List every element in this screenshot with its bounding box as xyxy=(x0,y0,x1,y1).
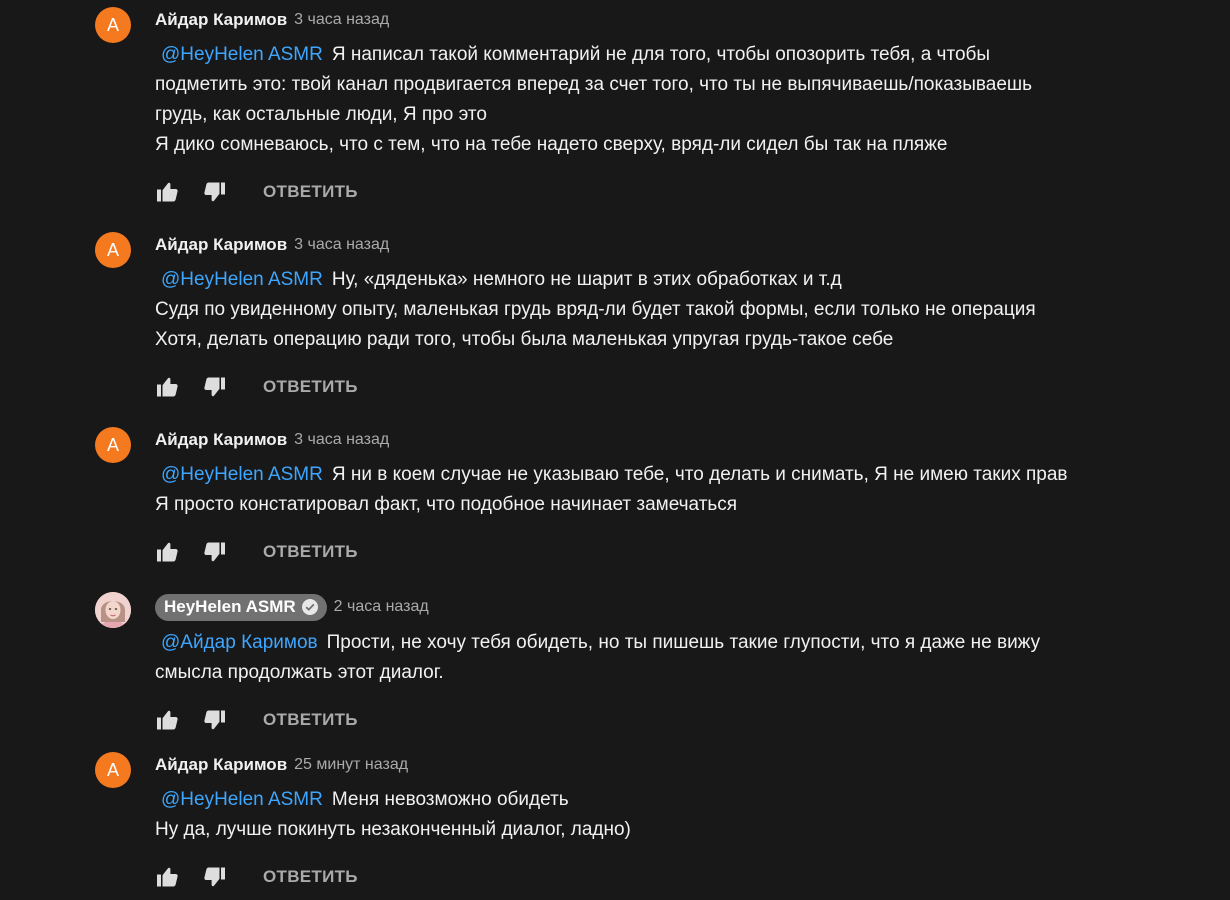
comment-line: подметить это: твой канал продвигается в… xyxy=(155,74,1033,95)
thumb-up-icon[interactable] xyxy=(155,708,179,732)
comment-line: Хотя, делать операцию ради того, чтобы б… xyxy=(155,329,894,350)
timestamp[interactable]: 2 часа назад xyxy=(334,598,429,616)
comment-actions: ОТВЕТИТЬ xyxy=(155,375,358,399)
comment-line-text: Я написал такой комментарий не для того,… xyxy=(331,44,991,65)
comment-header: Айдар Каримов 3 часа назад xyxy=(155,233,389,257)
comment-header: Айдар Каримов 3 часа назад xyxy=(155,428,389,452)
mention-link[interactable]: @HeyHelen ASMR xyxy=(155,789,326,810)
comment-line-text: Я ни в коем случае не указываю тебе, что… xyxy=(331,464,1068,485)
comment-line: Я дико сомневаюсь, что с тем, что на теб… xyxy=(155,134,948,155)
comment-line-text: Ну, «дяденька» немного не шарит в этих о… xyxy=(331,269,842,290)
avatar[interactable]: А xyxy=(95,752,131,788)
comment-line: @HeyHelen ASMR Меня невозможно обидеть xyxy=(155,785,1215,815)
thumb-down-icon[interactable] xyxy=(203,865,227,889)
thumb-down-icon[interactable] xyxy=(203,375,227,399)
timestamp[interactable]: 3 часа назад xyxy=(294,236,389,254)
mention-link[interactable]: @HeyHelen ASMR xyxy=(155,44,326,65)
avatar[interactable]: А xyxy=(95,232,131,268)
mention-link[interactable]: @Айдар Каримов xyxy=(155,632,321,653)
comment-header: Айдар Каримов 3 часа назад xyxy=(155,8,389,32)
reply-button[interactable]: ОТВЕТИТЬ xyxy=(263,867,358,887)
comment-line: Судя по увиденному опыту, маленькая груд… xyxy=(155,299,1036,320)
reply-button[interactable]: ОТВЕТИТЬ xyxy=(263,710,358,730)
thumb-down-icon[interactable] xyxy=(203,708,227,732)
thumb-down-icon[interactable] xyxy=(203,540,227,564)
comment-text: @HeyHelen ASMR Я ни в коем случае не указ… xyxy=(155,460,1215,520)
comment-actions: ОТВЕТИТЬ xyxy=(155,540,358,564)
comment-actions: ОТВЕТИТЬ xyxy=(155,865,358,889)
timestamp[interactable]: 3 часа назад xyxy=(294,11,389,29)
reply-button[interactable]: ОТВЕТИТЬ xyxy=(263,377,358,397)
comment-text: @HeyHelen ASMR Ну, «дяденька» немного не … xyxy=(155,265,1215,355)
verified-check-icon xyxy=(301,599,318,615)
avatar[interactable]: А xyxy=(95,7,131,43)
author-name[interactable]: Айдар Каримов xyxy=(155,430,287,450)
author-name[interactable]: Айдар Каримов xyxy=(155,235,287,255)
author-name[interactable]: Айдар Каримов xyxy=(155,755,287,775)
author-name: HeyHelen ASMR xyxy=(164,597,296,616)
mention-link[interactable]: @HeyHelen ASMR xyxy=(155,269,326,290)
timestamp[interactable]: 3 часа назад xyxy=(294,431,389,449)
comment-line: Ну да, лучше покинуть незаконченный диал… xyxy=(155,819,631,840)
comment-text: @HeyHelen ASMR Я написал такой комментари… xyxy=(155,40,1215,160)
comment-line: Я просто констатировал факт, что подобно… xyxy=(155,494,738,515)
comment-actions: ОТВЕТИТЬ xyxy=(155,708,358,732)
avatar[interactable] xyxy=(95,592,131,628)
comment-line-text: Прости, не хочу тебя обидеть, но ты пише… xyxy=(326,632,1041,653)
thumb-up-icon[interactable] xyxy=(155,375,179,399)
comment-line: грудь, как остальные люди, Я про это xyxy=(155,104,487,125)
thumb-up-icon[interactable] xyxy=(155,180,179,204)
comment-line: смысла продолжать этот диалог. xyxy=(155,662,444,683)
author-name[interactable]: Айдар Каримов xyxy=(155,10,287,30)
comment-line: @HeyHelen ASMR Ну, «дяденька» немного не … xyxy=(155,265,1215,295)
comment-line-text: Меня невозможно обидеть xyxy=(331,789,569,810)
comment-text: @Айдар Каримов Прости, не хочу тебя обиде… xyxy=(155,628,1215,688)
comment-header: HeyHelen ASMR 2 часа назад xyxy=(155,593,429,621)
mention-link[interactable]: @HeyHelen ASMR xyxy=(155,464,326,485)
avatar[interactable]: А xyxy=(95,427,131,463)
owner-author-badge[interactable]: HeyHelen ASMR xyxy=(155,593,327,621)
thumb-down-icon[interactable] xyxy=(203,180,227,204)
thumb-up-icon[interactable] xyxy=(155,540,179,564)
reply-button[interactable]: ОТВЕТИТЬ xyxy=(263,542,358,562)
timestamp[interactable]: 25 минут назад xyxy=(294,756,408,774)
comment-line: @Айдар Каримов Прости, не хочу тебя обиде… xyxy=(155,628,1215,658)
comment-text: @HeyHelen ASMR Меня невозможно обидеть Ну… xyxy=(155,785,1215,845)
reply-button[interactable]: ОТВЕТИТЬ xyxy=(263,182,358,202)
comment-line: @HeyHelen ASMR Я ни в коем случае не указ… xyxy=(155,460,1215,490)
comment-header: Айдар Каримов 25 минут назад xyxy=(155,753,408,777)
thumb-up-icon[interactable] xyxy=(155,865,179,889)
comment-line: @HeyHelen ASMR Я написал такой комментари… xyxy=(155,40,1215,70)
comment-actions: ОТВЕТИТЬ xyxy=(155,180,358,204)
